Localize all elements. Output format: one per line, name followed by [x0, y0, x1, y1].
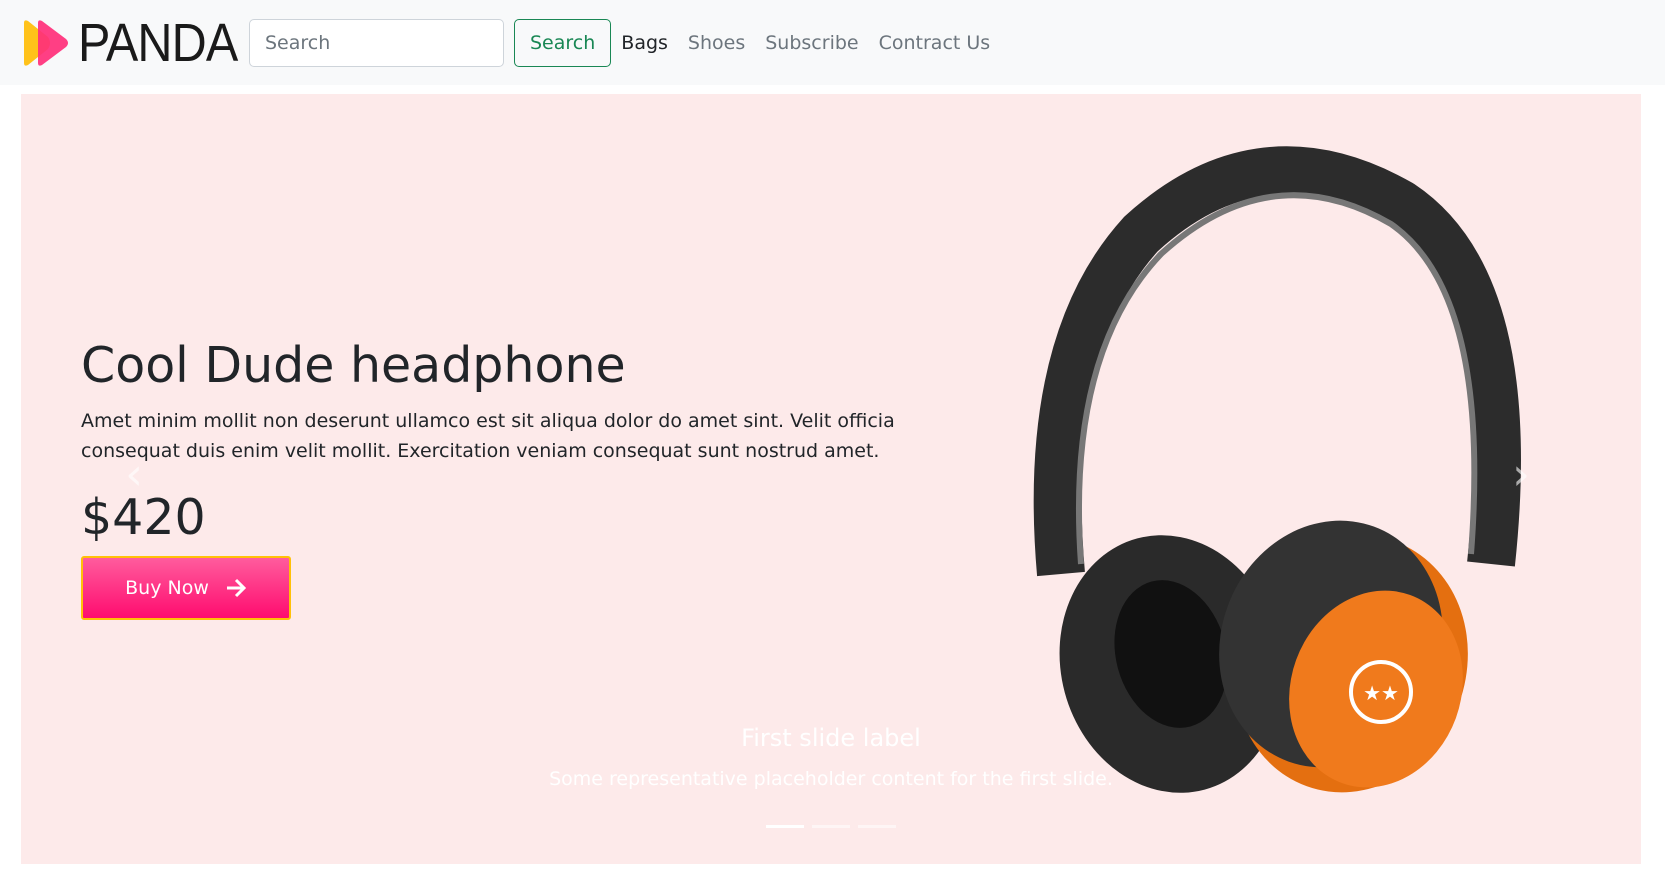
caption-title: First slide label [741, 724, 921, 752]
arrow-right-icon [226, 578, 246, 598]
search-input[interactable] [249, 18, 504, 67]
carousel-prev-button[interactable]: ‹ [104, 414, 164, 534]
buy-now-button[interactable]: Buy Now [81, 556, 291, 620]
search-button[interactable]: Search [514, 18, 612, 67]
chevron-left-icon: ‹ [125, 448, 143, 500]
product-title: Cool Dude headphone [81, 337, 626, 394]
logo-icon [24, 19, 68, 66]
indicator-slide-1[interactable] [766, 825, 804, 828]
hero-carousel: ★★ Cool Dude headphone Amet minim mollit… [21, 94, 1641, 864]
caption-text: Some representative placeholder content … [549, 768, 1113, 790]
nav-link-subscribe[interactable]: Subscribe [765, 32, 858, 54]
carousel-next-button[interactable]: › [1491, 414, 1551, 534]
chevron-right-icon: › [1512, 448, 1530, 500]
product-description: Amet minim mollit non deserunt ullamco e… [81, 410, 895, 462]
carousel-indicators [21, 825, 1641, 828]
svg-text:★★: ★★ [1363, 681, 1399, 705]
nav-link-contact[interactable]: Contract Us [879, 32, 991, 54]
nav-link-bags[interactable]: Bags [621, 32, 668, 54]
nav-link-shoes[interactable]: Shoes [688, 32, 745, 54]
indicator-slide-2[interactable] [812, 825, 850, 828]
brand-logo[interactable]: PANDA [20, 12, 238, 74]
navbar: PANDA Search Bags Shoes Subscribe Contra… [0, 0, 1665, 85]
headphone-image: ★★ [1033, 146, 1521, 793]
indicator-slide-3[interactable] [858, 825, 896, 828]
brand-name: PANDA [78, 12, 238, 73]
buy-now-label: Buy Now [125, 577, 209, 599]
